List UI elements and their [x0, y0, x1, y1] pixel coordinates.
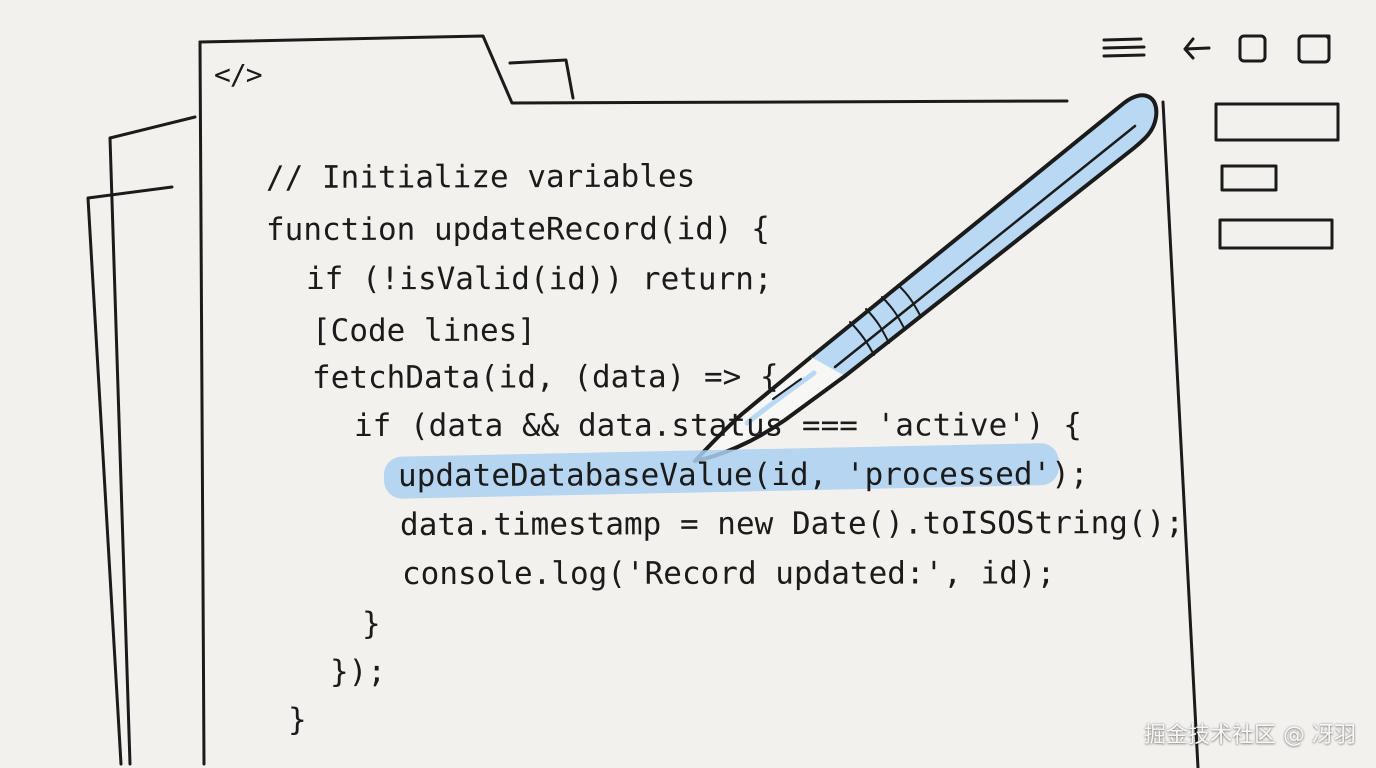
code-line-fetch: fetchData(id, (data) => { [311, 358, 779, 396]
code-icon: </> [214, 58, 263, 91]
window-controls [1102, 34, 1331, 64]
paper-back-left-1 [108, 115, 197, 766]
code-line-placeholder: [Code lines] [311, 312, 536, 349]
square-icon [1238, 34, 1267, 63]
side-panel-top [1214, 102, 1340, 142]
code-line-validation: if (!isValid(id)) return; [305, 261, 773, 298]
square-outline-icon [1297, 34, 1331, 64]
code-line-callback-close: }); [329, 654, 387, 691]
code-line-console-log: console.log('Record updated:', id); [401, 555, 1056, 592]
code-line-timestamp: data.timestamp = new Date().toISOString(… [399, 504, 1184, 543]
left-arrow-icon [1183, 37, 1211, 60]
side-panel-small [1220, 164, 1278, 192]
paper-back-left-2 [86, 185, 174, 766]
code-snippet: // Initialize variables function updateR… [265, 154, 1184, 744]
code-line-condition: if (data && data.status === 'active') { [353, 407, 1082, 444]
watermark: 掘金技术社区 @ 冴羽 [1144, 723, 1356, 748]
side-panels [1214, 102, 1340, 250]
code-line-highlighted-update: updateDatabaseValue(id, 'processed'); [397, 456, 1089, 494]
document-left-edge [198, 40, 206, 766]
code-line-function-close: } [287, 702, 307, 739]
code-line-inner-brace: } [361, 606, 381, 643]
side-panel-bottom [1218, 218, 1334, 250]
document-top-tab [508, 58, 575, 100]
code-line-function-signature: function updateRecord(id) { [265, 211, 770, 248]
hamburger-menu-icon [1102, 37, 1146, 58]
code-line-comment: // Initialize variables [265, 158, 696, 196]
